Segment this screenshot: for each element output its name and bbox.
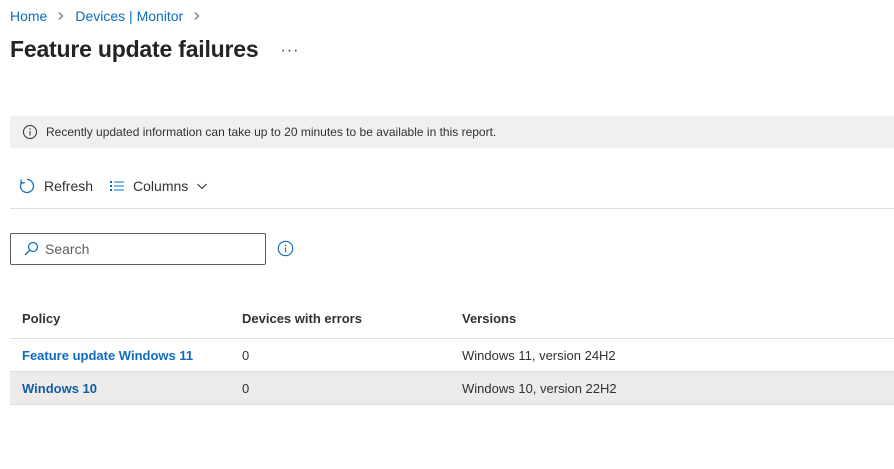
search-info-icon[interactable]: [277, 240, 294, 257]
columns-label: Columns: [133, 178, 189, 194]
info-banner-text: Recently updated information can take up…: [46, 125, 497, 139]
columns-list-icon: [109, 178, 125, 194]
column-header-policy[interactable]: Policy: [10, 311, 230, 326]
policy-link[interactable]: Feature update Windows 11: [22, 348, 193, 363]
refresh-label: Refresh: [44, 178, 94, 194]
info-icon: [22, 124, 38, 140]
chevron-right-icon: [189, 8, 205, 24]
table-row[interactable]: Feature update Windows 11 0 Windows 11, …: [10, 339, 894, 372]
policy-link[interactable]: Windows 10: [22, 381, 97, 396]
breadcrumb-devices-monitor-link[interactable]: Devices | Monitor: [75, 8, 183, 24]
versions-cell: Windows 11, version 24H2: [462, 347, 616, 363]
versions-cell: Windows 10, version 22H2: [462, 380, 617, 396]
devices-with-errors-cell: 0: [242, 347, 250, 363]
more-options-button[interactable]: ···: [280, 42, 299, 60]
breadcrumb: Home Devices | Monitor: [10, 8, 211, 24]
table-header: Policy Devices with errors Versions: [10, 298, 894, 339]
command-bar: Refresh Columns: [10, 174, 894, 209]
refresh-button[interactable]: Refresh: [18, 174, 93, 198]
breadcrumb-home-link[interactable]: Home: [10, 8, 47, 24]
page-title: Feature update failures: [10, 36, 259, 62]
info-banner: Recently updated information can take up…: [10, 116, 894, 148]
search-input[interactable]: [45, 241, 245, 257]
column-header-devices-with-errors[interactable]: Devices with errors: [230, 311, 450, 326]
chevron-right-icon: [53, 8, 69, 24]
search-box[interactable]: [10, 233, 266, 265]
column-header-versions[interactable]: Versions: [450, 311, 894, 326]
table-row[interactable]: Windows 10 0 Windows 10, version 22H2: [10, 372, 894, 405]
chevron-down-icon: [196, 180, 208, 192]
title-row: Feature update failures ···: [10, 36, 299, 63]
failures-table: Policy Devices with errors Versions Feat…: [10, 298, 894, 405]
columns-button[interactable]: Columns: [109, 174, 208, 198]
devices-with-errors-cell: 0: [242, 380, 250, 396]
refresh-icon: [18, 177, 36, 195]
search-icon: [23, 241, 39, 257]
